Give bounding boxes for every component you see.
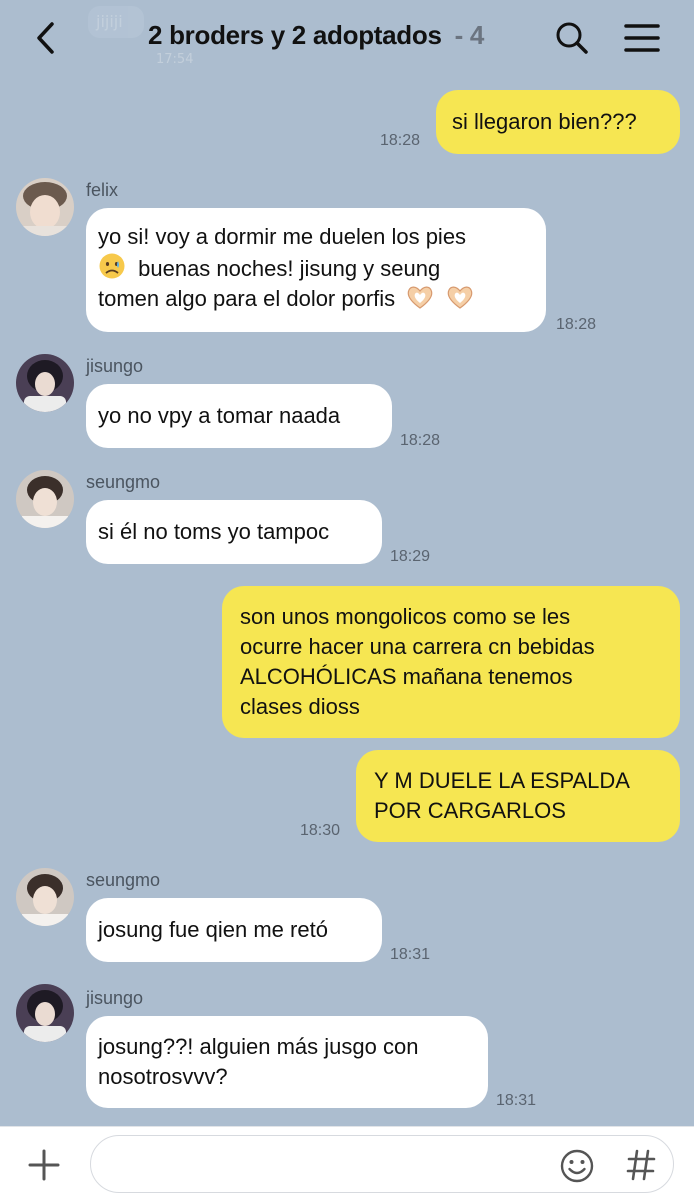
smiley-icon	[560, 1149, 594, 1183]
my-message-bubble[interactable]: si llegaron bien???	[436, 90, 680, 154]
message-line-text: buenas noches! jisung y seung	[138, 256, 441, 281]
message-time: 18:28	[380, 132, 421, 149]
message-line: clases dioss	[240, 694, 360, 719]
message-line: ocurre hacer una carrera cn bebidas	[240, 634, 595, 659]
sender-name: seungmo	[86, 870, 161, 890]
message-line-text: tomen algo para el dolor porfis	[98, 286, 396, 311]
chat-title-text: 2 broders y 2 adoptados	[148, 20, 442, 50]
sender-name: felix	[86, 180, 119, 200]
message-line: josung??! alguien más jusgo con	[98, 1034, 419, 1059]
message-time: 18:29	[390, 548, 431, 565]
search-icon	[556, 22, 588, 54]
avatar-jisungo[interactable]	[16, 984, 74, 1042]
message-input[interactable]	[109, 1148, 549, 1182]
message-line: nosotrosvvv?	[98, 1064, 228, 1089]
avatar-seungmo-image	[16, 868, 74, 926]
their-message-bubble[interactable]: josung fue qien me retó	[86, 898, 382, 962]
menu-button[interactable]	[620, 18, 664, 58]
avatar-seungmo-image	[16, 470, 74, 528]
message-line: Y M DUELE LA ESPALDA	[374, 768, 630, 793]
avatar-felix-image	[16, 178, 74, 236]
sender-name: seungmo	[86, 472, 161, 492]
hashtag-button[interactable]	[623, 1146, 659, 1184]
message-time: 18:28	[556, 316, 597, 333]
hamburger-menu-icon	[624, 24, 660, 52]
avatar-jisungo-image	[16, 984, 74, 1042]
heart-hands-emoji-icon	[408, 286, 433, 309]
message-line: POR CARGARLOS	[374, 798, 566, 823]
avatar-felix[interactable]	[16, 178, 74, 236]
their-message-bubble[interactable]: yo no vpy a tomar naada	[86, 384, 392, 448]
my-message-bubble[interactable]: son unos mongolicos como se les ocurre h…	[222, 586, 680, 738]
sad-face-emoji-icon	[99, 253, 125, 279]
faded-message-time: 17:54	[156, 52, 194, 67]
message-line: ALCOHÓLICAS mañana tenemos	[240, 664, 573, 689]
message-time: 18:30	[300, 822, 341, 839]
message-time: 18:28	[400, 432, 441, 449]
attach-button[interactable]	[24, 1145, 64, 1185]
chat-header: jijiji 17:54 2 broders y 2 adoptados - 4	[0, 0, 694, 78]
sender-name: jisungo	[86, 356, 144, 376]
message-line: buenas noches! jisung y seung	[98, 252, 532, 284]
message-composer	[0, 1126, 694, 1200]
their-message-bubble[interactable]: josung??! alguien más jusgo con nosotros…	[86, 1016, 488, 1108]
avatar-jisungo[interactable]	[16, 354, 74, 412]
avatar-seungmo[interactable]	[16, 470, 74, 528]
sender-name: jisungo	[86, 988, 144, 1008]
message-time: 18:31	[496, 1092, 537, 1109]
message-line: tomen algo para el dolor porfis	[98, 284, 532, 314]
plus-icon	[28, 1149, 60, 1181]
message-input-container	[90, 1135, 674, 1193]
chevron-left-icon	[37, 22, 54, 54]
hashtag-icon	[626, 1149, 656, 1181]
emoji-button[interactable]	[559, 1148, 595, 1184]
faded-message-bubble: jijiji	[88, 6, 144, 38]
avatar-seungmo[interactable]	[16, 868, 74, 926]
avatar-jisungo-image	[16, 354, 74, 412]
my-message-bubble[interactable]: Y M DUELE LA ESPALDA POR CARGARLOS	[356, 750, 680, 842]
search-button[interactable]	[552, 18, 592, 58]
message-line: son unos mongolicos como se les	[240, 604, 571, 629]
their-message-bubble[interactable]: yo si! voy a dormir me duelen los pies b…	[86, 208, 546, 332]
heart-hands-emoji-icon	[448, 286, 473, 309]
their-message-bubble[interactable]: si él no toms yo tampoc	[86, 500, 382, 564]
chat-title: 2 broders y 2 adoptados - 4	[148, 20, 484, 51]
back-button[interactable]	[26, 18, 66, 58]
member-count: - 4	[454, 20, 485, 50]
message-line: yo si! voy a dormir me duelen los pies	[98, 224, 467, 249]
message-time: 18:31	[390, 946, 431, 963]
